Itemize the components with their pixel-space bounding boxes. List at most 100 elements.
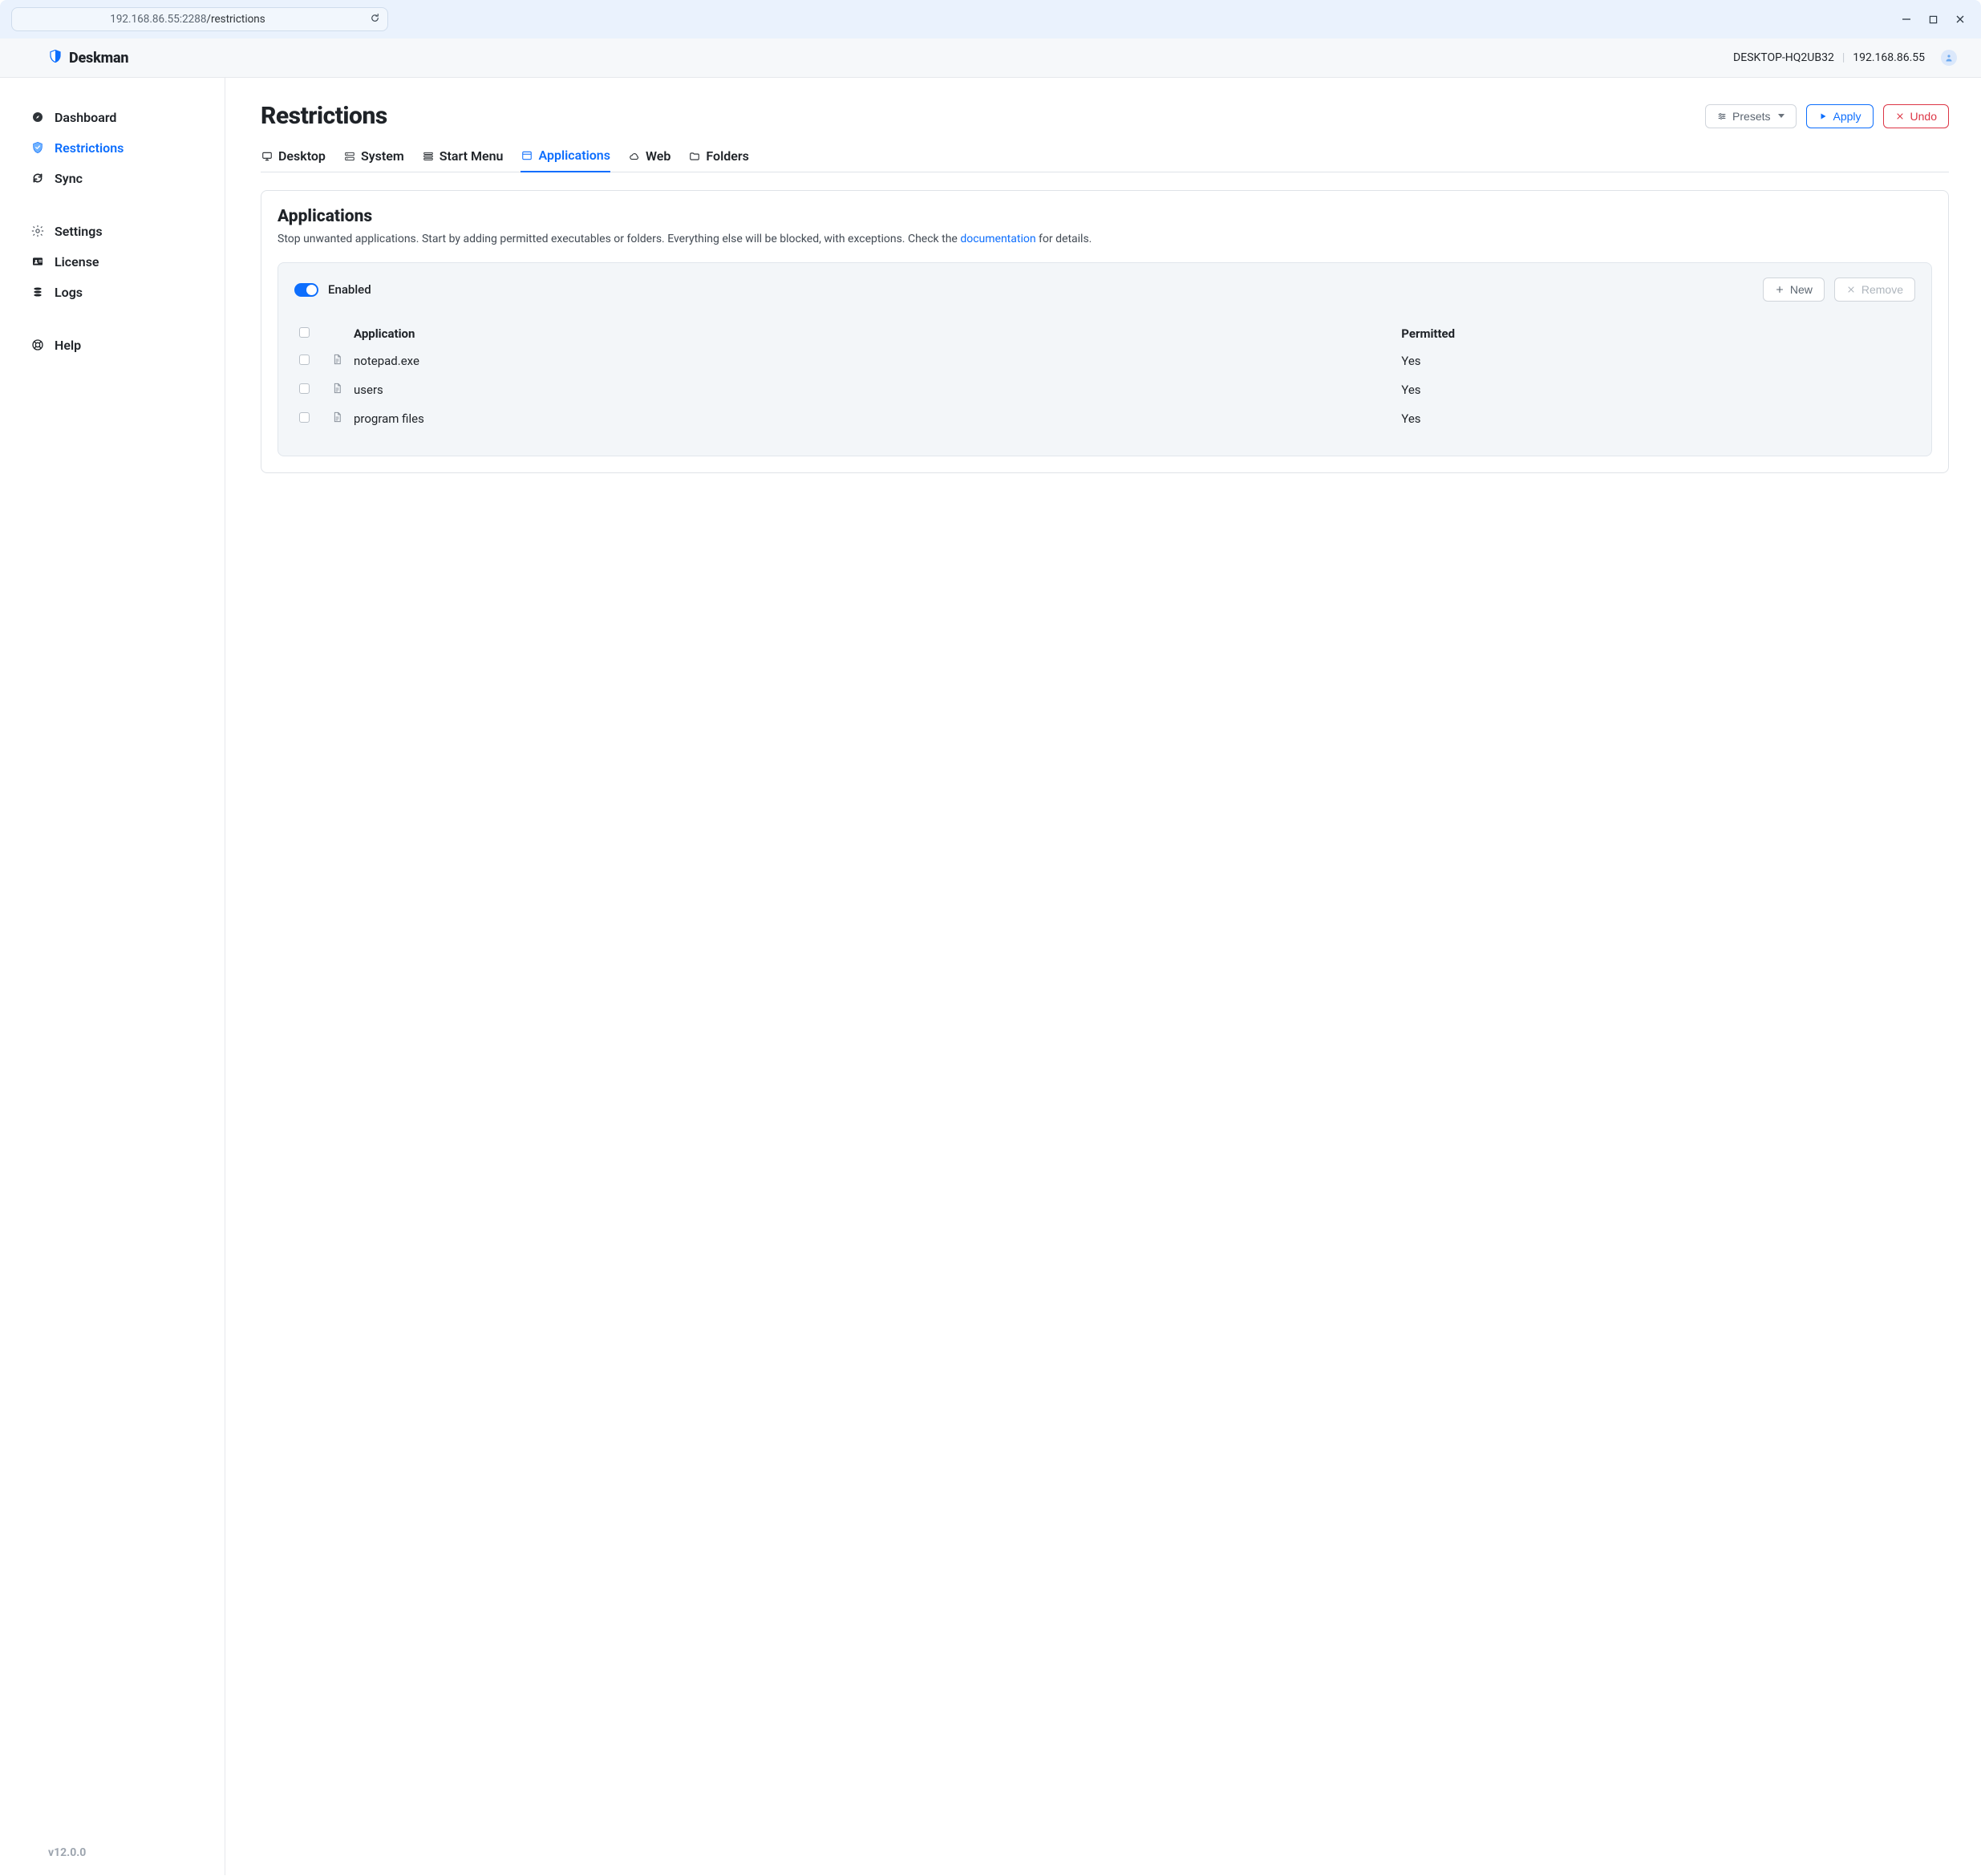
tab-web[interactable]: Web bbox=[628, 148, 670, 172]
user-icon bbox=[1944, 53, 1954, 63]
brand[interactable]: Deskman bbox=[24, 48, 128, 67]
tab-folders[interactable]: Folders bbox=[688, 148, 748, 172]
tab-label: System bbox=[361, 148, 404, 164]
play-icon bbox=[1818, 111, 1828, 121]
desktop-icon bbox=[261, 151, 273, 162]
shield-check-icon bbox=[30, 141, 45, 154]
folders-icon bbox=[688, 151, 701, 162]
cell-permitted: Yes bbox=[1396, 346, 1915, 375]
sidebar-item-sync[interactable]: Sync bbox=[30, 163, 209, 193]
card-description: Stop unwanted applications. Start by add… bbox=[278, 231, 1932, 248]
hostname: DESKTOP-HQ2UB32 bbox=[1733, 51, 1834, 64]
tab-label: Start Menu bbox=[440, 148, 504, 164]
cell-permitted: Yes bbox=[1396, 375, 1915, 404]
sidebar-item-restrictions[interactable]: Restrictions bbox=[30, 132, 209, 163]
id-card-icon bbox=[30, 255, 45, 268]
select-all-checkbox[interactable] bbox=[299, 327, 310, 338]
tab-applications[interactable]: Applications bbox=[521, 148, 610, 172]
sidebar: Dashboard Restrictions Sync Settings License… bbox=[0, 78, 225, 1875]
page-title: Restrictions bbox=[261, 102, 387, 130]
enabled-toggle[interactable] bbox=[294, 283, 318, 297]
applications-table: Application Permitted notepad.exeYesuser… bbox=[294, 321, 1915, 433]
applications-icon bbox=[521, 150, 533, 161]
sidebar-item-dashboard[interactable]: Dashboard bbox=[30, 102, 209, 132]
tab-system[interactable]: System bbox=[343, 148, 404, 172]
main-content: Restrictions Presets Apply Undo Desktop S… bbox=[225, 78, 1981, 1875]
apply-button[interactable]: Apply bbox=[1806, 104, 1874, 128]
host-ip: 192.168.86.55 bbox=[1853, 51, 1925, 64]
x-icon bbox=[1846, 285, 1856, 294]
maximize-icon[interactable] bbox=[1929, 15, 1938, 24]
enabled-label: Enabled bbox=[328, 282, 371, 297]
version-label: v12.0.0 bbox=[30, 1846, 209, 1859]
column-permitted: Permitted bbox=[1396, 321, 1915, 346]
new-label: New bbox=[1790, 283, 1813, 296]
plus-icon bbox=[1775, 285, 1785, 294]
file-icon bbox=[331, 381, 343, 395]
sidebar-item-label: Sync bbox=[55, 171, 83, 186]
applications-panel: Enabled New Remove bbox=[278, 262, 1932, 456]
presets-button[interactable]: Presets bbox=[1705, 104, 1796, 128]
cell-application: users bbox=[349, 375, 1396, 404]
sidebar-item-label: License bbox=[55, 254, 99, 269]
table-row[interactable]: program filesYes bbox=[294, 404, 1915, 433]
browser-chrome: 192.168.86.55:2288/restrictions bbox=[0, 0, 1981, 38]
sliders-icon bbox=[1717, 111, 1727, 121]
new-button[interactable]: New bbox=[1763, 278, 1825, 302]
tab-desktop[interactable]: Desktop bbox=[261, 148, 326, 172]
tab-label: Applications bbox=[538, 148, 610, 163]
sidebar-item-logs[interactable]: Logs bbox=[30, 277, 209, 307]
presets-label: Presets bbox=[1732, 110, 1770, 123]
tab-label: Folders bbox=[706, 148, 748, 164]
sidebar-item-license[interactable]: License bbox=[30, 246, 209, 277]
tab-label: Web bbox=[646, 148, 670, 164]
reload-icon[interactable] bbox=[369, 12, 381, 27]
startmenu-icon bbox=[422, 151, 435, 162]
sidebar-item-help[interactable]: Help bbox=[30, 330, 209, 360]
row-checkbox[interactable] bbox=[299, 383, 310, 394]
stack-icon bbox=[30, 286, 45, 298]
url-bar[interactable]: 192.168.86.55:2288/restrictions bbox=[11, 7, 388, 31]
file-icon bbox=[331, 352, 343, 367]
refresh-icon bbox=[30, 172, 45, 184]
undo-button[interactable]: Undo bbox=[1883, 104, 1949, 128]
table-row[interactable]: usersYes bbox=[294, 375, 1915, 404]
sidebar-item-label: Help bbox=[55, 338, 81, 353]
tab-label: Desktop bbox=[278, 148, 326, 164]
minimize-icon[interactable] bbox=[1902, 14, 1911, 24]
system-icon bbox=[343, 151, 356, 162]
x-icon bbox=[1895, 111, 1905, 121]
cell-application: program files bbox=[349, 404, 1396, 433]
file-icon bbox=[331, 410, 343, 424]
row-checkbox[interactable] bbox=[299, 412, 310, 423]
tabs: Desktop System Start Menu Applications Web Fo… bbox=[261, 148, 1949, 172]
sidebar-item-label: Dashboard bbox=[55, 110, 116, 125]
app-header: Deskman DESKTOP-HQ2UB32 | 192.168.86.55 bbox=[0, 38, 1981, 78]
close-icon[interactable] bbox=[1955, 14, 1965, 24]
life-ring-icon bbox=[30, 338, 45, 351]
shield-icon bbox=[48, 48, 63, 67]
url-host: 192.168.86.55:2288 bbox=[110, 13, 206, 26]
column-application: Application bbox=[349, 321, 1396, 346]
avatar[interactable] bbox=[1941, 50, 1957, 66]
row-checkbox[interactable] bbox=[299, 355, 310, 365]
sidebar-item-label: Restrictions bbox=[55, 140, 124, 156]
divider: | bbox=[1842, 51, 1845, 64]
host-info: DESKTOP-HQ2UB32 | 192.168.86.55 bbox=[1733, 50, 1957, 66]
web-icon bbox=[628, 151, 641, 162]
cell-permitted: Yes bbox=[1396, 404, 1915, 433]
documentation-link[interactable]: documentation bbox=[960, 233, 1035, 245]
card-heading: Applications bbox=[278, 207, 1932, 226]
compass-icon bbox=[30, 111, 45, 124]
sidebar-item-label: Settings bbox=[55, 224, 103, 239]
url-path: /restrictions bbox=[206, 13, 265, 26]
apply-label: Apply bbox=[1833, 110, 1861, 123]
remove-label: Remove bbox=[1861, 283, 1903, 296]
remove-button[interactable]: Remove bbox=[1834, 278, 1915, 302]
sidebar-item-settings[interactable]: Settings bbox=[30, 216, 209, 246]
tab-startmenu[interactable]: Start Menu bbox=[422, 148, 504, 172]
brand-name: Deskman bbox=[69, 50, 128, 67]
table-row[interactable]: notepad.exeYes bbox=[294, 346, 1915, 375]
sidebar-item-label: Logs bbox=[55, 285, 83, 300]
gear-icon bbox=[30, 225, 45, 237]
